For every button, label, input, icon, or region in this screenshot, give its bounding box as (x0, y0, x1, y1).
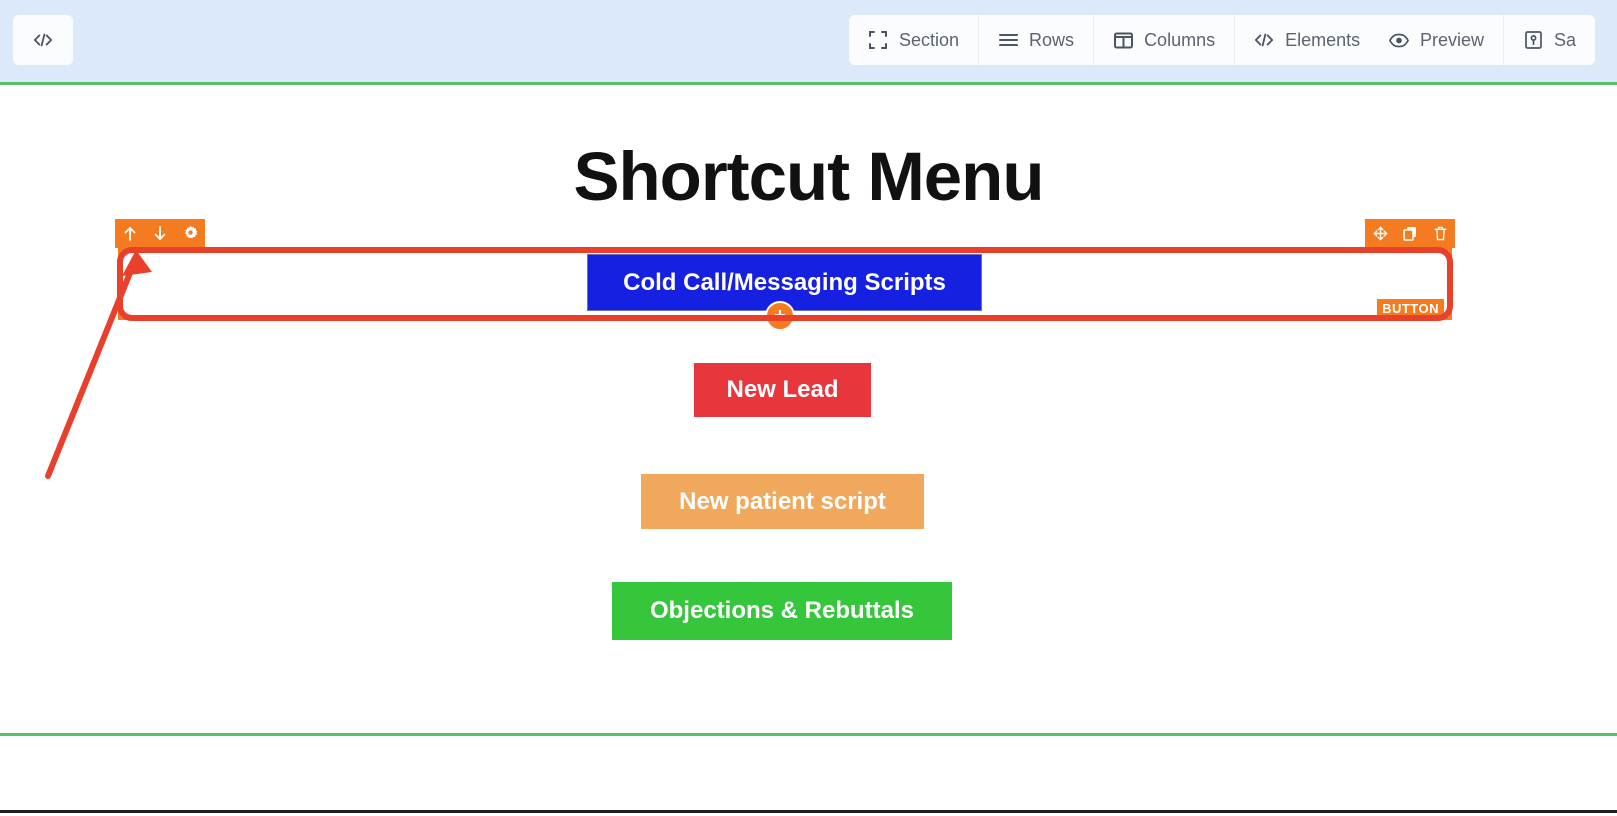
trash-icon (1434, 226, 1447, 241)
button-objections-rebuttals-label: Objections & Rebuttals (649, 597, 915, 624)
button-new-lead[interactable]: New Lead (694, 363, 871, 417)
button-new-patient-script[interactable]: New patient script (641, 474, 924, 529)
toolbar-item-columns[interactable]: Columns (1094, 15, 1236, 65)
delete-row-button[interactable] (1425, 219, 1455, 248)
move-row-down-button[interactable] (145, 219, 175, 248)
structure-button-group: Section Rows Columns Elements (849, 15, 1380, 65)
toolbar-item-save[interactable]: Sa (1504, 15, 1595, 65)
page-canvas: Shortcut Menu Cold Call/Messaging Script… (0, 82, 1617, 816)
toolbar-item-columns-label: Columns (1144, 29, 1216, 50)
code-view-button[interactable] (13, 15, 73, 65)
action-button-group: Preview Sa (1370, 15, 1596, 65)
code-icon (1254, 30, 1274, 50)
code-icon (33, 30, 53, 50)
arrow-up-icon (124, 226, 136, 241)
section-top-divider (0, 82, 1617, 85)
gear-icon (183, 226, 198, 241)
plus-icon: + (774, 305, 786, 327)
toolbar-item-rows-label: Rows (1029, 29, 1075, 50)
row-toolbar-left (115, 219, 205, 248)
toolbar-item-rows[interactable]: Rows (979, 15, 1095, 65)
add-element-button[interactable]: + (765, 301, 795, 331)
button-objections-rebuttals[interactable]: Objections & Rebuttals (612, 582, 952, 640)
toolbar-item-elements[interactable]: Elements (1235, 15, 1379, 65)
selected-row[interactable]: Cold Call/Messaging Scripts BUTTON + (115, 219, 1455, 331)
page-bottom-edge (0, 810, 1617, 813)
duplicate-row-button[interactable] (1395, 219, 1425, 248)
toolbar-item-elements-label: Elements (1285, 29, 1361, 50)
arrow-down-icon (154, 226, 166, 241)
toolbar-item-save-label: Sa (1554, 29, 1577, 50)
row-toolbar-right (1365, 219, 1455, 248)
duplicate-icon (1403, 226, 1417, 241)
drag-row-handle[interactable] (1365, 219, 1395, 248)
columns-icon (1113, 30, 1133, 50)
section-icon (868, 30, 888, 50)
section-bottom-divider (0, 733, 1617, 736)
button-new-patient-script-label: New patient script (679, 487, 886, 515)
move-row-up-button[interactable] (115, 219, 145, 248)
toolbar-item-section-label: Section (899, 29, 960, 50)
toolbar-item-preview[interactable]: Preview (1370, 15, 1505, 65)
rows-icon (998, 30, 1018, 50)
editor-toolbar: Section Rows Columns Elements Preview Sa (0, 0, 1617, 82)
move-icon (1373, 226, 1388, 241)
element-button-label: Cold Call/Messaging Scripts (623, 268, 946, 296)
toolbar-item-preview-label: Preview (1420, 29, 1485, 50)
page-title: Shortcut Menu (573, 138, 1045, 215)
button-new-lead-label: New Lead (726, 376, 839, 403)
save-icon (1523, 30, 1543, 50)
element-type-badge: BUTTON (1377, 299, 1444, 318)
eye-icon (1389, 30, 1409, 50)
row-settings-button[interactable] (175, 219, 205, 248)
toolbar-item-section[interactable]: Section (849, 15, 980, 65)
